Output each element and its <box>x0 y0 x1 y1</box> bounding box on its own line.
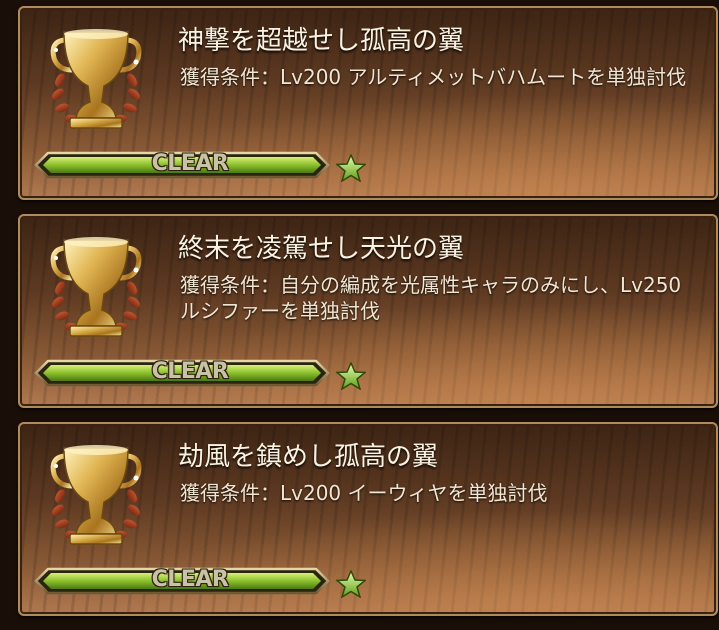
achievement-condition: 獲得条件：自分の編成を光属性キャラのみにし、Lv250 ルシファーを単独討伐 <box>180 272 702 324</box>
star-icon <box>336 154 366 182</box>
clear-label: CLEAR <box>151 567 229 592</box>
trophy-icon <box>50 237 142 337</box>
clear-label: CLEAR <box>151 359 229 384</box>
condition-label: 獲得条件： <box>180 273 280 297</box>
achievement-card[interactable]: 劫風を鎮めし孤高の翼 獲得条件：Lv200 イーウィヤを単独討伐 CLEAR <box>18 422 718 616</box>
achievement-condition: 獲得条件：Lv200 アルティメットバハムートを単独討伐 <box>180 64 702 90</box>
condition-text: Lv200 アルティメットバハムートを単独討伐 <box>280 65 687 89</box>
progress-gauge: CLEAR <box>34 566 330 596</box>
achievement-list: 神撃を超越せし孤高の翼 獲得条件：Lv200 アルティメットバハムートを単独討伐… <box>0 0 719 630</box>
condition-label: 獲得条件： <box>180 65 280 89</box>
clear-label: CLEAR <box>151 151 229 176</box>
trophy-icon <box>50 29 142 129</box>
achievement-title: 神撃を超越せし孤高の翼 <box>178 26 465 56</box>
achievement-title: 劫風を鎮めし孤高の翼 <box>178 442 439 472</box>
achievement-condition: 獲得条件：Lv200 イーウィヤを単独討伐 <box>180 480 702 506</box>
progress-gauge: CLEAR <box>34 150 330 180</box>
star-icon <box>336 570 366 598</box>
condition-text: Lv200 イーウィヤを単独討伐 <box>280 481 548 505</box>
condition-label: 獲得条件： <box>180 481 280 505</box>
progress-gauge: CLEAR <box>34 358 330 388</box>
achievement-card[interactable]: 終末を凌駕せし天光の翼 獲得条件：自分の編成を光属性キャラのみにし、Lv250 … <box>18 214 718 408</box>
trophy-icon <box>50 445 142 545</box>
achievement-title: 終末を凌駕せし天光の翼 <box>178 234 465 264</box>
star-icon <box>336 362 366 390</box>
achievement-card[interactable]: 神撃を超越せし孤高の翼 獲得条件：Lv200 アルティメットバハムートを単独討伐… <box>18 6 718 200</box>
